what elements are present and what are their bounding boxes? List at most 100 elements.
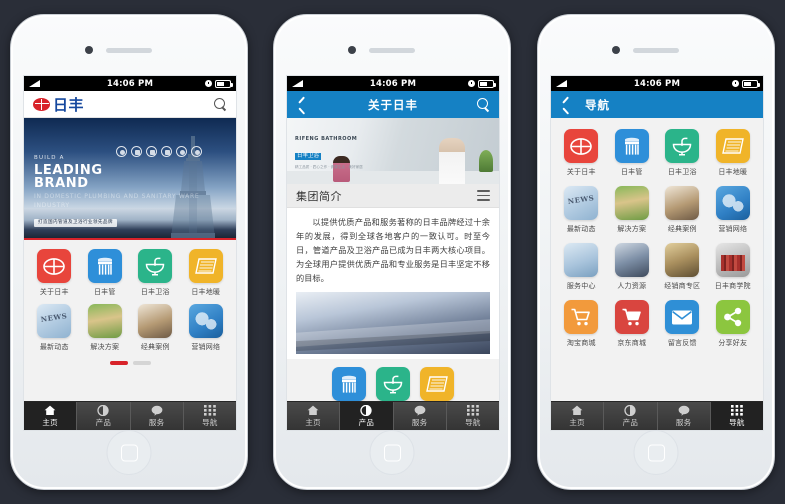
grid-item-label: 日丰卫浴 <box>667 168 697 176</box>
grid-item-解决方案[interactable]: 解决方案 <box>82 304 129 352</box>
tab-导航[interactable]: 导航 <box>447 402 499 430</box>
tab-label: 导航 <box>729 417 745 427</box>
grid-item-留言反馈[interactable]: 留言反馈 <box>659 300 706 348</box>
sink-icon[interactable] <box>665 129 700 163</box>
floor-heating-icon[interactable] <box>188 249 223 283</box>
grid-item-关于日丰[interactable]: 关于日丰 <box>31 249 78 297</box>
envelope-icon[interactable] <box>665 300 700 334</box>
back-chevron-icon[interactable] <box>560 99 572 111</box>
bottom-tab-bar: 主页 产品 服务 导航 <box>551 401 763 430</box>
news-photo-icon[interactable]: NEWS <box>37 304 72 338</box>
case-photo-icon[interactable] <box>665 186 700 220</box>
search-icon[interactable] <box>214 97 227 111</box>
bottom-tab-bar: 主页 产品 服务 导航 <box>287 401 499 430</box>
dealer-photo-icon[interactable] <box>665 243 700 277</box>
tab-label: 产品 <box>358 417 375 427</box>
tab-label: 服务 <box>411 417 428 427</box>
grid-item-日丰地暖[interactable]: 日丰地暖 <box>183 249 230 297</box>
hamburger-icon[interactable] <box>477 188 490 203</box>
status-right <box>732 79 760 88</box>
grid-item-服务中心[interactable]: 服务中心 <box>558 243 605 291</box>
search-icon[interactable] <box>477 98 490 111</box>
cart-filled-icon[interactable] <box>614 300 649 334</box>
tab-服务[interactable]: 服务 <box>394 402 447 430</box>
tab-label: 产品 <box>95 417 112 427</box>
tab-产品[interactable]: 产品 <box>604 402 658 430</box>
network-globe-icon[interactable] <box>188 304 223 338</box>
books-photo-icon[interactable] <box>715 243 750 277</box>
home-button-square-icon <box>383 444 401 461</box>
pipes-icon[interactable] <box>332 366 366 401</box>
tab-主页[interactable]: 主页 <box>551 402 605 430</box>
grid-item-经典案例[interactable]: 经典案例 <box>659 186 706 234</box>
front-camera-icon <box>612 46 620 54</box>
grid-item-label: 日丰卫浴 <box>140 288 170 296</box>
grid-item-label: 经典案例 <box>667 225 697 233</box>
news-photo-icon[interactable]: NEWS <box>564 186 599 220</box>
back-chevron-icon[interactable] <box>296 99 308 111</box>
brand-logo[interactable]: 日丰 <box>33 94 84 115</box>
tab-主页[interactable]: 主页 <box>24 402 78 430</box>
grid-item-日丰商学院[interactable]: 日丰商学院 <box>710 243 757 291</box>
grid-item-日丰管[interactable]: 日丰管 <box>82 249 129 297</box>
home-button[interactable] <box>106 430 152 475</box>
grid-item-最新动态[interactable]: NEWS 最新动态 <box>558 186 605 234</box>
hero-person-art <box>439 138 465 184</box>
grid-item-经典案例[interactable]: 经典案例 <box>132 304 179 352</box>
pipes-icon[interactable] <box>614 129 649 163</box>
floor-heating-icon[interactable] <box>715 129 750 163</box>
banner-line-small: BUILD A <box>34 155 65 161</box>
grid-item-京东商城[interactable]: 京东商城 <box>609 300 656 348</box>
home-icon-grid: 关于日丰 日丰管 日丰卫浴 日丰地暖 NEWS 最新动态 解决方案 经典案例 营销网络 <box>24 240 236 356</box>
rifeng-logo-icon[interactable] <box>564 129 599 163</box>
grid-item-关于日丰[interactable]: 关于日丰 <box>558 129 605 177</box>
grid-item-分享好友[interactable]: 分享好友 <box>710 300 757 348</box>
floor-heating-icon[interactable] <box>420 366 454 401</box>
tab-label: 导航 <box>202 417 218 427</box>
home-button[interactable] <box>369 430 415 475</box>
phone-device-2: 14:06 PM 关于日丰 RIFENG BATHROOM 日丰卫浴 精工品质 … <box>273 14 511 490</box>
tab-产品[interactable]: 产品 <box>77 402 131 430</box>
grid-item-日丰卫浴[interactable]: 日丰卫浴 <box>132 249 179 297</box>
hero-banner[interactable]: BUILD A LEADING BRAND IN DOMESTIC PLUMBI… <box>24 118 236 238</box>
page-dot-2[interactable] <box>132 361 151 365</box>
network-globe-icon[interactable] <box>715 186 750 220</box>
sink-icon[interactable] <box>376 366 410 401</box>
rifeng-logo-mark-icon <box>33 97 50 111</box>
sink-icon[interactable] <box>138 249 173 283</box>
grid-item-淘宝商城[interactable]: 淘宝商城 <box>558 300 605 348</box>
page-header: 导航 <box>551 91 763 118</box>
service-icon <box>414 405 426 416</box>
tab-导航[interactable]: 导航 <box>710 402 763 430</box>
grid-item-营销网络[interactable]: 营销网络 <box>183 304 230 352</box>
grid-item-最新动态[interactable]: NEWS 最新动态 <box>31 304 78 352</box>
tab-服务[interactable]: 服务 <box>131 402 184 430</box>
grid-item-人力资源[interactable]: 人力资源 <box>609 243 656 291</box>
article-hero-image: RIFENG BATHROOM 日丰卫浴 精工品质 · 匠心之作 · 健康生活 … <box>287 118 499 184</box>
grid-item-营销网络[interactable]: 营销网络 <box>710 186 757 234</box>
home-button[interactable] <box>633 430 679 475</box>
page-dot-1[interactable] <box>109 361 128 365</box>
page-indicator[interactable] <box>24 356 236 371</box>
grid-item-日丰卫浴[interactable]: 日丰卫浴 <box>659 129 706 177</box>
grid-item-经销商专区[interactable]: 经销商专区 <box>659 243 706 291</box>
grid-item-日丰地暖[interactable]: 日丰地暖 <box>710 129 757 177</box>
solution-photo-icon[interactable] <box>614 186 649 220</box>
share-icon[interactable] <box>715 300 750 334</box>
hr-people-photo-icon[interactable] <box>614 243 649 277</box>
tab-产品[interactable]: 产品 <box>340 402 394 430</box>
pipes-icon[interactable] <box>87 249 122 283</box>
solution-photo-icon[interactable] <box>87 304 122 338</box>
case-photo-icon[interactable] <box>138 304 173 338</box>
article-photo <box>296 291 490 354</box>
phone2-screen: 14:06 PM 关于日丰 RIFENG BATHROOM 日丰卫浴 精工品质 … <box>286 75 500 431</box>
grid-item-日丰管[interactable]: 日丰管 <box>609 129 656 177</box>
rifeng-logo-icon[interactable] <box>37 249 72 283</box>
grid-item-解决方案[interactable]: 解决方案 <box>609 186 656 234</box>
tab-服务[interactable]: 服务 <box>658 402 711 430</box>
home-icon <box>571 405 583 416</box>
tab-导航[interactable]: 导航 <box>184 402 236 430</box>
cart-icon[interactable] <box>564 300 599 334</box>
support-agent-photo-icon[interactable] <box>564 243 599 277</box>
tab-主页[interactable]: 主页 <box>287 402 341 430</box>
